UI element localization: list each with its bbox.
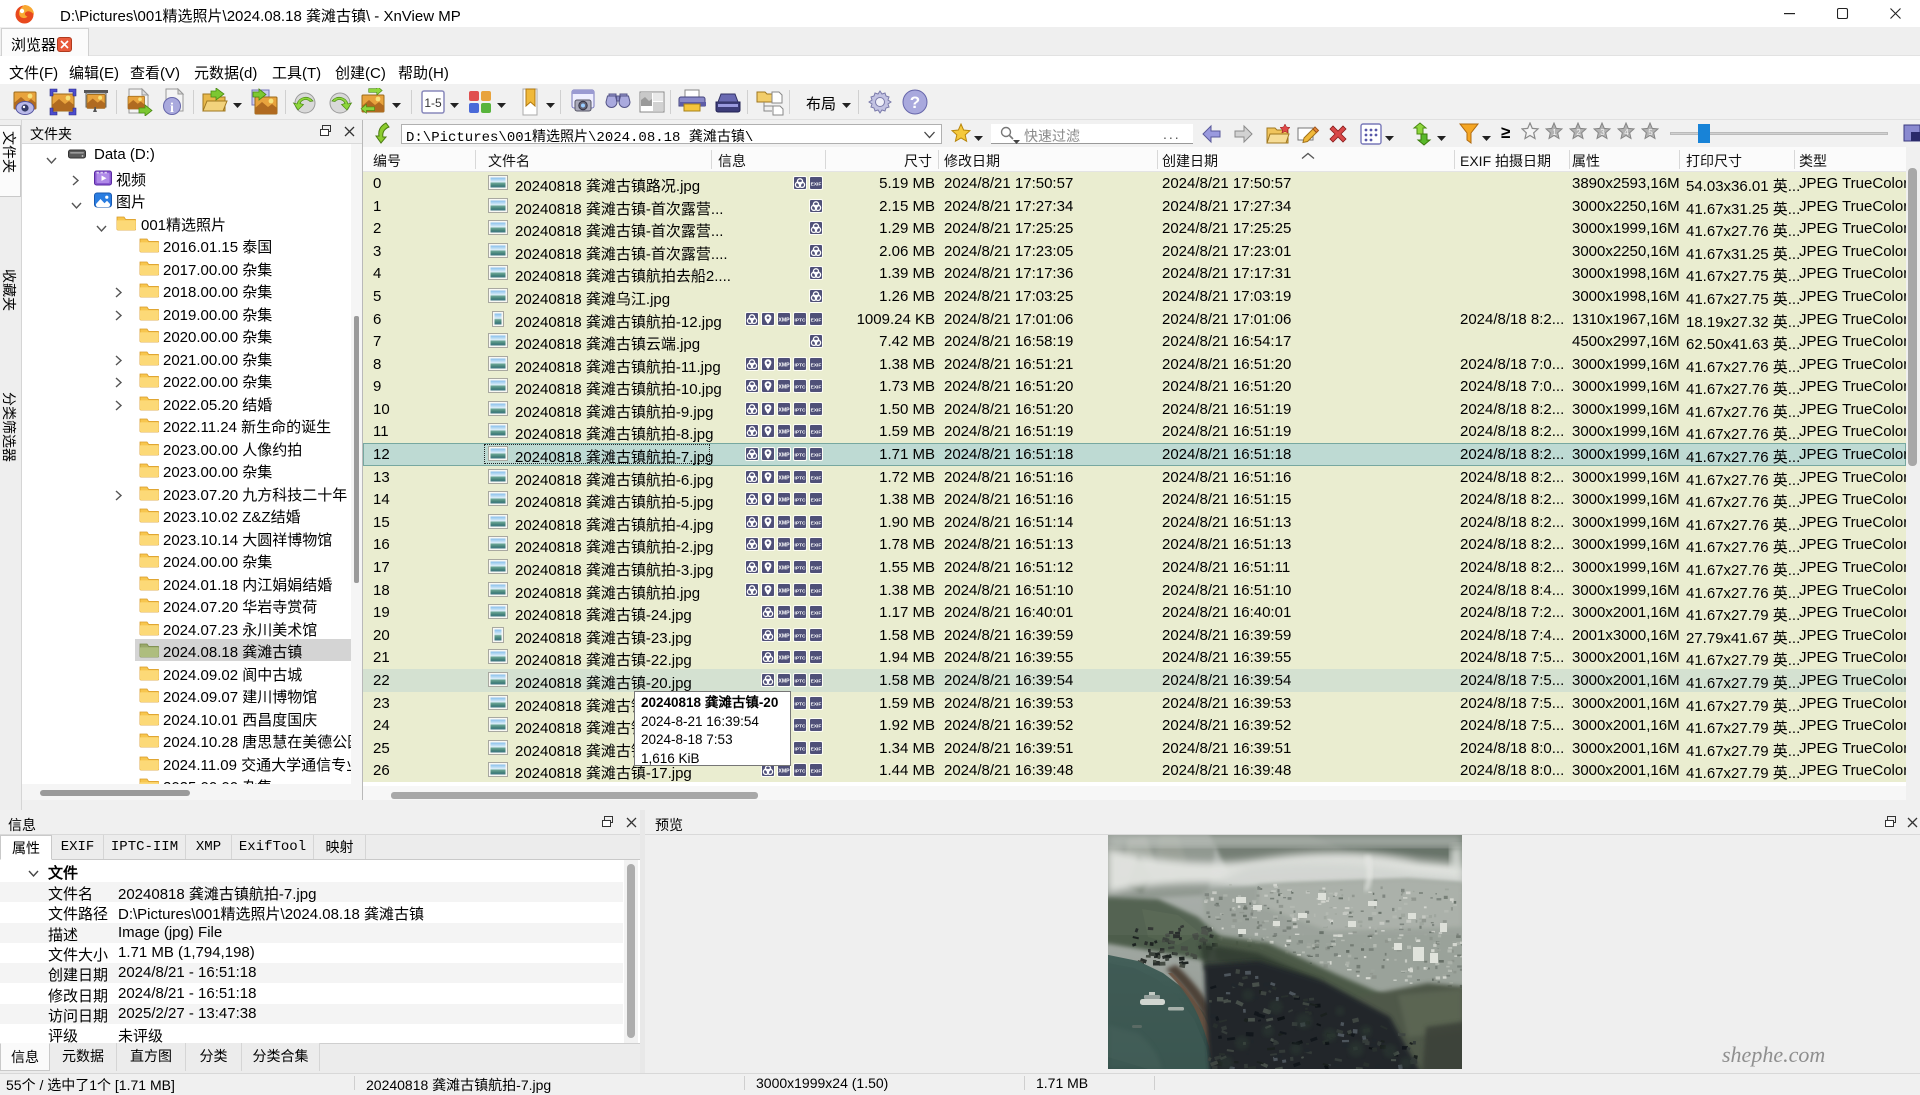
svg-text:IPTC: IPTC [795, 746, 806, 752]
svg-text:IPTC: IPTC [795, 633, 806, 639]
svg-text:XMP: XMP [778, 769, 790, 775]
svg-text:IPTC: IPTC [795, 701, 806, 707]
svg-text:XMP: XMP [778, 543, 790, 549]
svg-text:XMP: XMP [778, 498, 790, 504]
svg-text:5: 5 [1648, 128, 1653, 137]
svg-text:IPTC: IPTC [795, 611, 806, 617]
svg-text:2: 2 [1576, 128, 1581, 137]
svg-text:XMP: XMP [778, 656, 790, 662]
svg-text:i: i [170, 101, 174, 116]
svg-text:XMP: XMP [778, 611, 790, 617]
svg-text:XMP: XMP [778, 430, 790, 436]
svg-text:XMP: XMP [778, 407, 790, 413]
svg-text:IPTC: IPTC [795, 543, 806, 549]
svg-text:IPTC: IPTC [795, 520, 806, 526]
svg-text:XMP: XMP [778, 520, 790, 526]
svg-text:IPTC: IPTC [795, 724, 806, 730]
svg-text:IPTC: IPTC [795, 769, 806, 775]
svg-text:IPTC: IPTC [795, 317, 806, 323]
svg-text:IPTC: IPTC [795, 452, 806, 458]
svg-text:XMP: XMP [778, 565, 790, 571]
svg-text:IPTC: IPTC [795, 407, 806, 413]
svg-text:1-5: 1-5 [424, 96, 442, 110]
svg-text:4: 4 [1624, 128, 1629, 137]
svg-text:1: 1 [1552, 128, 1557, 137]
svg-text:XMP: XMP [778, 588, 790, 594]
svg-text:XMP: XMP [778, 385, 790, 391]
svg-text:XMP: XMP [778, 317, 790, 323]
svg-text:IPTC: IPTC [795, 475, 806, 481]
svg-text:IPTC: IPTC [795, 498, 806, 504]
svg-text:IPTC: IPTC [795, 588, 806, 594]
svg-text:IPTC: IPTC [795, 656, 806, 662]
svg-text:IPTC: IPTC [795, 385, 806, 391]
svg-text:XMP: XMP [778, 475, 790, 481]
svg-text:XMP: XMP [778, 633, 790, 639]
svg-text:?: ? [910, 93, 920, 112]
svg-text:XMP: XMP [778, 678, 790, 684]
svg-text:IPTC: IPTC [795, 565, 806, 571]
svg-text:XMP: XMP [778, 362, 790, 368]
svg-text:IPTC: IPTC [795, 430, 806, 436]
svg-text:IPTC: IPTC [795, 362, 806, 368]
svg-text:3: 3 [1600, 128, 1605, 137]
svg-text:XMP: XMP [778, 452, 790, 458]
svg-text:IPTC: IPTC [795, 678, 806, 684]
